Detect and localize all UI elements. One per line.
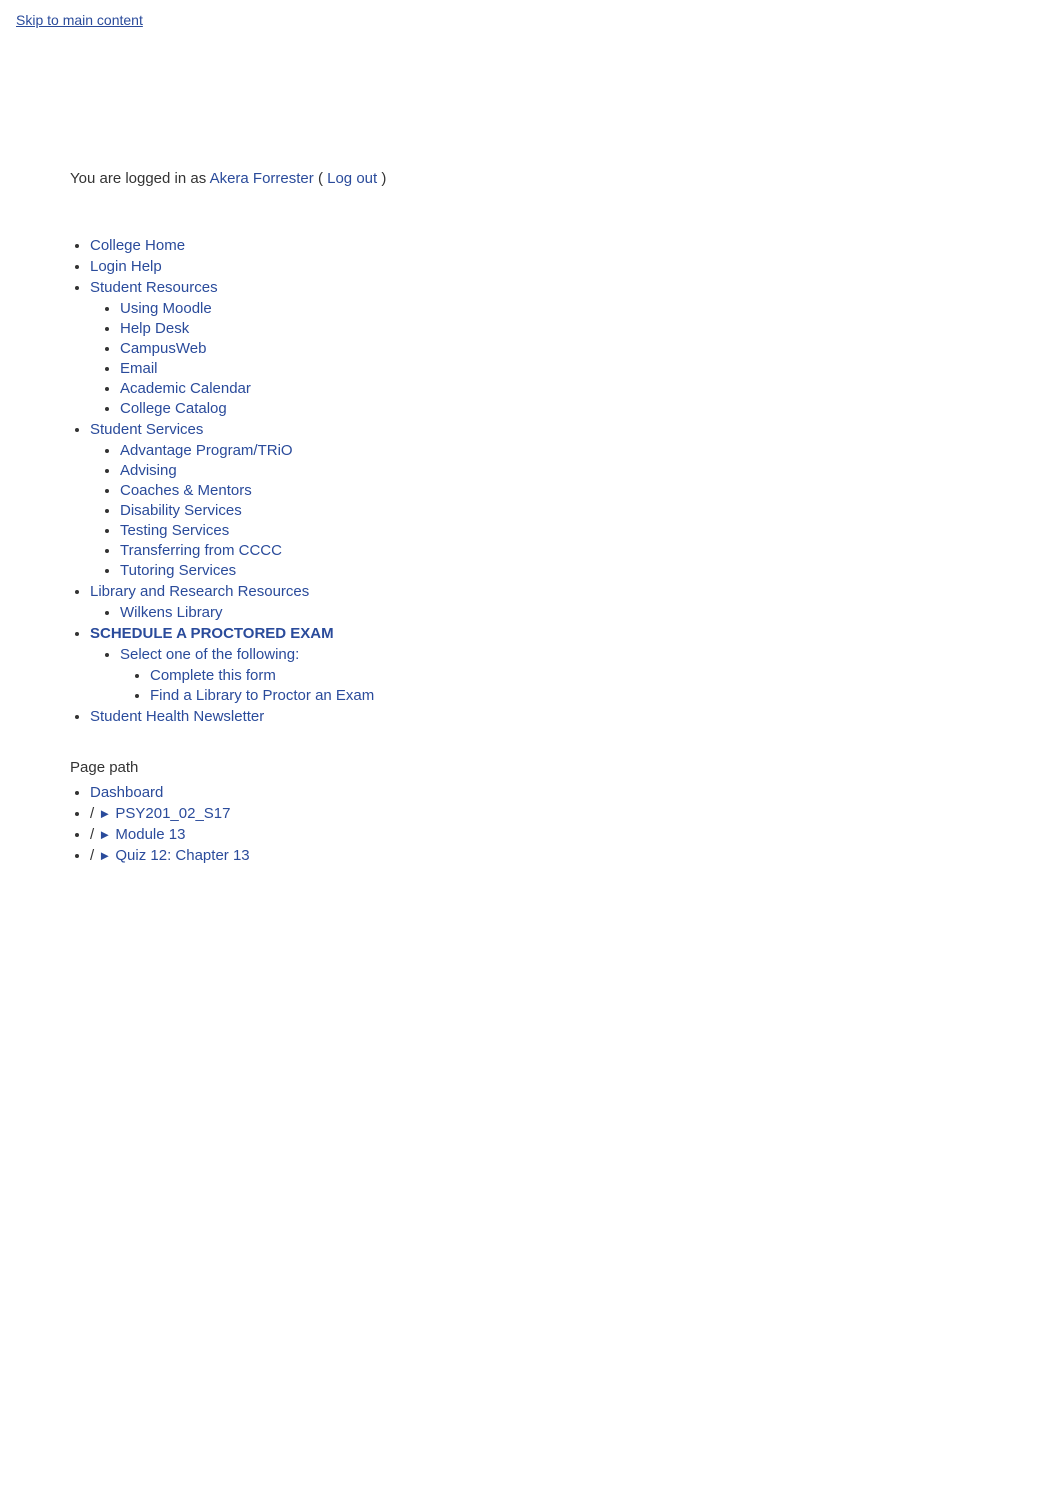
login-help-link[interactable]: Login Help [90,258,162,275]
list-item: Help Desk [120,320,992,337]
list-item: College Catalog [120,400,992,417]
page-path-title: Page path [70,759,992,776]
schedule-exam-link[interactable]: SCHEDULE A PROCTORED EXAM [90,625,334,642]
library-sublist: Wilkens Library [90,604,992,621]
sidebar-spacer [0,197,1062,227]
nav-item-schedule-exam: SCHEDULE A PROCTORED EXAM Select one of … [90,625,992,704]
login-bar: You are logged in as Akera Forrester ( L… [0,160,1062,197]
nav-item-student-services: Student Services Advantage Program/TRiO … [90,421,992,579]
select-following-link[interactable]: Select one of the following: [120,646,299,663]
student-services-sublist: Advantage Program/TRiO Advising Coaches … [90,442,992,579]
list-item: Using Moodle [120,300,992,317]
list-item: Disability Services [120,502,992,519]
list-item: Transferring from CCCC [120,542,992,559]
health-newsletter-link[interactable]: Student Health Newsletter [90,708,264,725]
nav-item-student-resources: Student Resources Using Moodle Help Desk… [90,279,992,417]
list-item: Find a Library to Proctor an Exam [150,687,992,704]
login-paren-open: ( [318,170,323,187]
skip-to-main-link[interactable]: Skip to main content [0,0,1062,40]
nav-item-login-help: Login Help [90,258,992,275]
list-item: / ► PSY201_02_S17 [90,805,992,822]
path-separator-3: / ► [90,847,115,864]
testing-services-link[interactable]: Testing Services [120,522,229,539]
disability-services-link[interactable]: Disability Services [120,502,242,519]
list-item: Coaches & Mentors [120,482,992,499]
list-item: Testing Services [120,522,992,539]
logout-link[interactable]: Log out [327,170,377,187]
list-item: CampusWeb [120,340,992,357]
username-link[interactable]: Akera Forrester [210,170,314,187]
path-separator-1: / ► [90,805,115,822]
list-item: Academic Calendar [120,380,992,397]
using-moodle-link[interactable]: Using Moodle [120,300,212,317]
list-item: Advantage Program/TRiO [120,442,992,459]
student-services-link[interactable]: Student Services [90,421,203,438]
advising-link[interactable]: Advising [120,462,177,479]
nav-item-health-newsletter: Student Health Newsletter [90,708,992,725]
path-quiz12-link[interactable]: Quiz 12: Chapter 13 [115,847,249,864]
list-item: Wilkens Library [120,604,992,621]
find-library-link[interactable]: Find a Library to Proctor an Exam [150,687,374,704]
list-item: / ► Module 13 [90,826,992,843]
wilkens-library-link[interactable]: Wilkens Library [120,604,223,621]
help-desk-link[interactable]: Help Desk [120,320,189,337]
list-item: / ► Quiz 12: Chapter 13 [90,847,992,864]
list-item: Select one of the following: Complete th… [120,646,992,704]
library-link[interactable]: Library and Research Resources [90,583,309,600]
complete-form-link[interactable]: Complete this form [150,667,276,684]
path-dashboard-link[interactable]: Dashboard [90,784,163,801]
sidebar-nav: College Home Login Help Student Resource… [0,237,1062,725]
page-path-list: Dashboard / ► PSY201_02_S17 / ► Module 1… [70,784,992,864]
schedule-exam-sublist: Select one of the following: Complete th… [90,646,992,704]
nav-list: College Home Login Help Student Resource… [70,237,992,725]
transferring-cccc-link[interactable]: Transferring from CCCC [120,542,282,559]
top-spacer [0,40,1062,160]
college-home-link[interactable]: College Home [90,237,185,254]
list-item: Complete this form [150,667,992,684]
login-paren-close: ) [381,170,386,187]
path-psy201-link[interactable]: PSY201_02_S17 [115,805,230,822]
coaches-mentors-link[interactable]: Coaches & Mentors [120,482,252,499]
campusweb-link[interactable]: CampusWeb [120,340,206,357]
list-item: Dashboard [90,784,992,801]
nav-item-library: Library and Research Resources Wilkens L… [90,583,992,621]
college-catalog-link[interactable]: College Catalog [120,400,227,417]
tutoring-services-link[interactable]: Tutoring Services [120,562,236,579]
page-path-section: Page path Dashboard / ► PSY201_02_S17 / … [0,729,1062,888]
student-resources-sublist: Using Moodle Help Desk CampusWeb Email A… [90,300,992,417]
list-item: Advising [120,462,992,479]
email-link[interactable]: Email [120,360,158,377]
login-prefix: You are logged in as [70,170,210,187]
nav-item-college-home: College Home [90,237,992,254]
advantage-program-link[interactable]: Advantage Program/TRiO [120,442,293,459]
path-separator-2: / ► [90,826,115,843]
select-following-sublist: Complete this form Find a Library to Pro… [120,667,992,704]
list-item: Tutoring Services [120,562,992,579]
list-item: Email [120,360,992,377]
student-resources-link[interactable]: Student Resources [90,279,218,296]
academic-calendar-link[interactable]: Academic Calendar [120,380,251,397]
path-module13-link[interactable]: Module 13 [115,826,185,843]
